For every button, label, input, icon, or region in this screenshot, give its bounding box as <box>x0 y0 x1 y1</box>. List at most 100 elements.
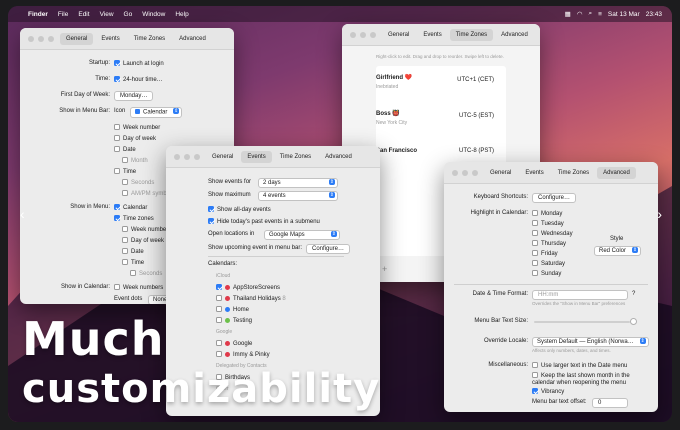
zoom-icon[interactable] <box>194 154 200 160</box>
day-tuesday-checkbox[interactable]: Tuesday <box>532 220 564 227</box>
hour24-checkbox[interactable]: 24-hour time… <box>114 76 163 83</box>
event-dots-label: Event dots <box>114 296 143 302</box>
menu-file[interactable]: File <box>58 11 68 18</box>
vibrancy-checkbox[interactable]: Vibrancy <box>532 388 564 395</box>
minimize-icon[interactable] <box>184 154 190 160</box>
override-locale-select[interactable]: System Default — English (Norwa… <box>532 337 649 347</box>
all-day-checkbox[interactable]: Show all-day events <box>208 206 271 213</box>
upcoming-configure-button[interactable]: Configure… <box>306 244 351 254</box>
day-thursday-checkbox[interactable]: Thursday <box>532 240 566 247</box>
show-events-for-select[interactable]: 2 days <box>258 178 338 188</box>
tab-general[interactable]: General <box>484 167 517 179</box>
day-friday-checkbox[interactable]: Friday <box>532 250 558 257</box>
mb-week-number-checkbox[interactable]: Week number <box>114 124 160 131</box>
tab-advanced[interactable]: Advanced <box>173 33 212 45</box>
first-day-button[interactable]: Monday… <box>114 91 154 101</box>
style-select[interactable]: Red Color <box>594 246 642 256</box>
tab-time-zones[interactable]: Time Zones <box>449 28 494 41</box>
kbd-configure-button[interactable]: Configure… <box>532 193 577 203</box>
tab-events[interactable]: Events <box>241 150 272 163</box>
mb-offset-input[interactable]: 0 <box>592 398 628 408</box>
tab-general[interactable]: General <box>206 151 239 163</box>
day-sunday-checkbox[interactable]: Sunday <box>532 270 561 277</box>
mb-date-checkbox[interactable]: Date <box>114 146 136 153</box>
tab-events[interactable]: Events <box>519 167 549 179</box>
m-calendar-checkbox[interactable]: Calendar <box>114 204 147 211</box>
tab-time-zones[interactable]: Time Zones <box>274 151 317 163</box>
zoom-icon[interactable] <box>48 36 54 42</box>
minimize-icon[interactable] <box>462 170 468 176</box>
dtf-help-button[interactable]: ? <box>632 291 635 297</box>
cal-testing-checkbox[interactable]: Testing <box>216 317 252 324</box>
zone-row[interactable]: San Francisco UTC-8 (PST) <box>376 148 500 154</box>
m-time-checkbox[interactable]: Time <box>122 259 144 266</box>
search-icon[interactable]: ⌕ <box>588 10 592 18</box>
icon-select[interactable]: Calendar <box>130 107 183 118</box>
minimize-icon[interactable] <box>360 32 366 38</box>
larger-text-checkbox[interactable]: Use larger text in the Date menu <box>532 362 627 369</box>
m-day-of-week-checkbox[interactable]: Day of week <box>122 237 164 244</box>
m-seconds-checkbox[interactable]: Seconds <box>130 270 162 277</box>
mb-time-checkbox[interactable]: Time <box>114 168 136 175</box>
close-icon[interactable] <box>174 154 180 160</box>
menu-edit[interactable]: Edit <box>78 11 89 18</box>
chevron-left-icon[interactable]: ‹ <box>20 206 25 222</box>
wifi-icon[interactable]: ◠ <box>577 10 583 18</box>
day-saturday-checkbox[interactable]: Saturday <box>532 260 565 267</box>
tab-events[interactable]: Events <box>95 33 125 45</box>
menubar-time[interactable]: 23:43 <box>646 11 662 18</box>
minimize-icon[interactable] <box>38 36 44 42</box>
show-max-select[interactable]: 4 events <box>258 191 338 201</box>
m-date-checkbox[interactable]: Date <box>122 248 144 255</box>
close-icon[interactable] <box>350 32 356 38</box>
tab-advanced[interactable]: Advanced <box>597 166 636 179</box>
text-size-slider[interactable] <box>534 321 630 323</box>
add-zone-button[interactable]: + <box>382 264 387 274</box>
launch-at-login-checkbox[interactable]: Launch at login <box>114 60 164 67</box>
menu-help[interactable]: Help <box>175 11 188 18</box>
zoom-icon[interactable] <box>370 32 376 38</box>
first-day-label: First Day of Week: <box>60 92 110 98</box>
c-week-numbers-checkbox[interactable]: Week numbers <box>114 284 163 291</box>
tab-events[interactable]: Events <box>417 29 447 41</box>
menu-window[interactable]: Window <box>142 11 165 18</box>
dtf-input[interactable]: HH:mm <box>532 290 628 300</box>
tab-general[interactable]: General <box>60 32 94 45</box>
tab-advanced[interactable]: Advanced <box>319 151 358 163</box>
mb-day-of-week-checkbox[interactable]: Day of week <box>114 135 156 142</box>
hide-past-checkbox[interactable]: Hide today's past events in a submenu <box>208 218 320 225</box>
tab-time-zones[interactable]: Time Zones <box>128 33 171 45</box>
day-wednesday-checkbox[interactable]: Wednesday <box>532 230 573 237</box>
tab-time-zones[interactable]: Time Zones <box>552 167 595 179</box>
tab-advanced[interactable]: Advanced <box>495 29 534 41</box>
chevron-right-icon[interactable]: › <box>657 206 662 222</box>
m-time-zones-checkbox[interactable]: Time zones <box>114 215 154 222</box>
zone-row[interactable]: Girlfriend ❤️ UTC+1 (CET) Inebriated <box>376 74 500 90</box>
control-center-icon[interactable]: ≡ <box>598 11 602 18</box>
m-week-number-checkbox[interactable]: Week number <box>122 226 168 233</box>
mb-month-checkbox[interactable]: Month <box>122 157 148 164</box>
group-google: Google <box>216 329 233 335</box>
open-loc-select[interactable]: Google Maps <box>264 230 340 240</box>
mb-seconds-checkbox[interactable]: Seconds <box>122 179 154 186</box>
tab-general[interactable]: General <box>382 29 415 41</box>
cal-thailand-checkbox[interactable]: Thailand Holidays 8 <box>216 295 286 302</box>
cal-immy-pinky-checkbox[interactable]: Immy & Pinky <box>216 351 270 358</box>
close-icon[interactable] <box>28 36 34 42</box>
menu-finder[interactable]: Finder <box>28 11 48 18</box>
slider-knob[interactable] <box>630 318 637 325</box>
calendar-status-icon[interactable]: ▦ <box>565 10 571 18</box>
menu-go[interactable]: Go <box>124 11 133 18</box>
close-icon[interactable] <box>452 170 458 176</box>
day-monday-checkbox[interactable]: Monday <box>532 210 562 217</box>
zoom-icon[interactable] <box>472 170 478 176</box>
zone-row[interactable]: Boss 👹 UTC-5 (EST) New York City <box>376 110 500 126</box>
cal-appstorescreens-checkbox[interactable]: AppStoreScreens <box>216 284 280 291</box>
menu-view[interactable]: View <box>100 11 114 18</box>
menubar-date[interactable]: Sat 13 Mar <box>608 11 640 18</box>
keep-month-checkbox[interactable]: Keep the last shown month in the calenda… <box>532 372 652 387</box>
cal-google-checkbox[interactable]: Google <box>216 340 252 347</box>
zone-name: Boss <box>376 111 391 117</box>
dtf-label: Date & Time Format: <box>472 291 528 297</box>
cal-home-checkbox[interactable]: Home <box>216 306 249 313</box>
